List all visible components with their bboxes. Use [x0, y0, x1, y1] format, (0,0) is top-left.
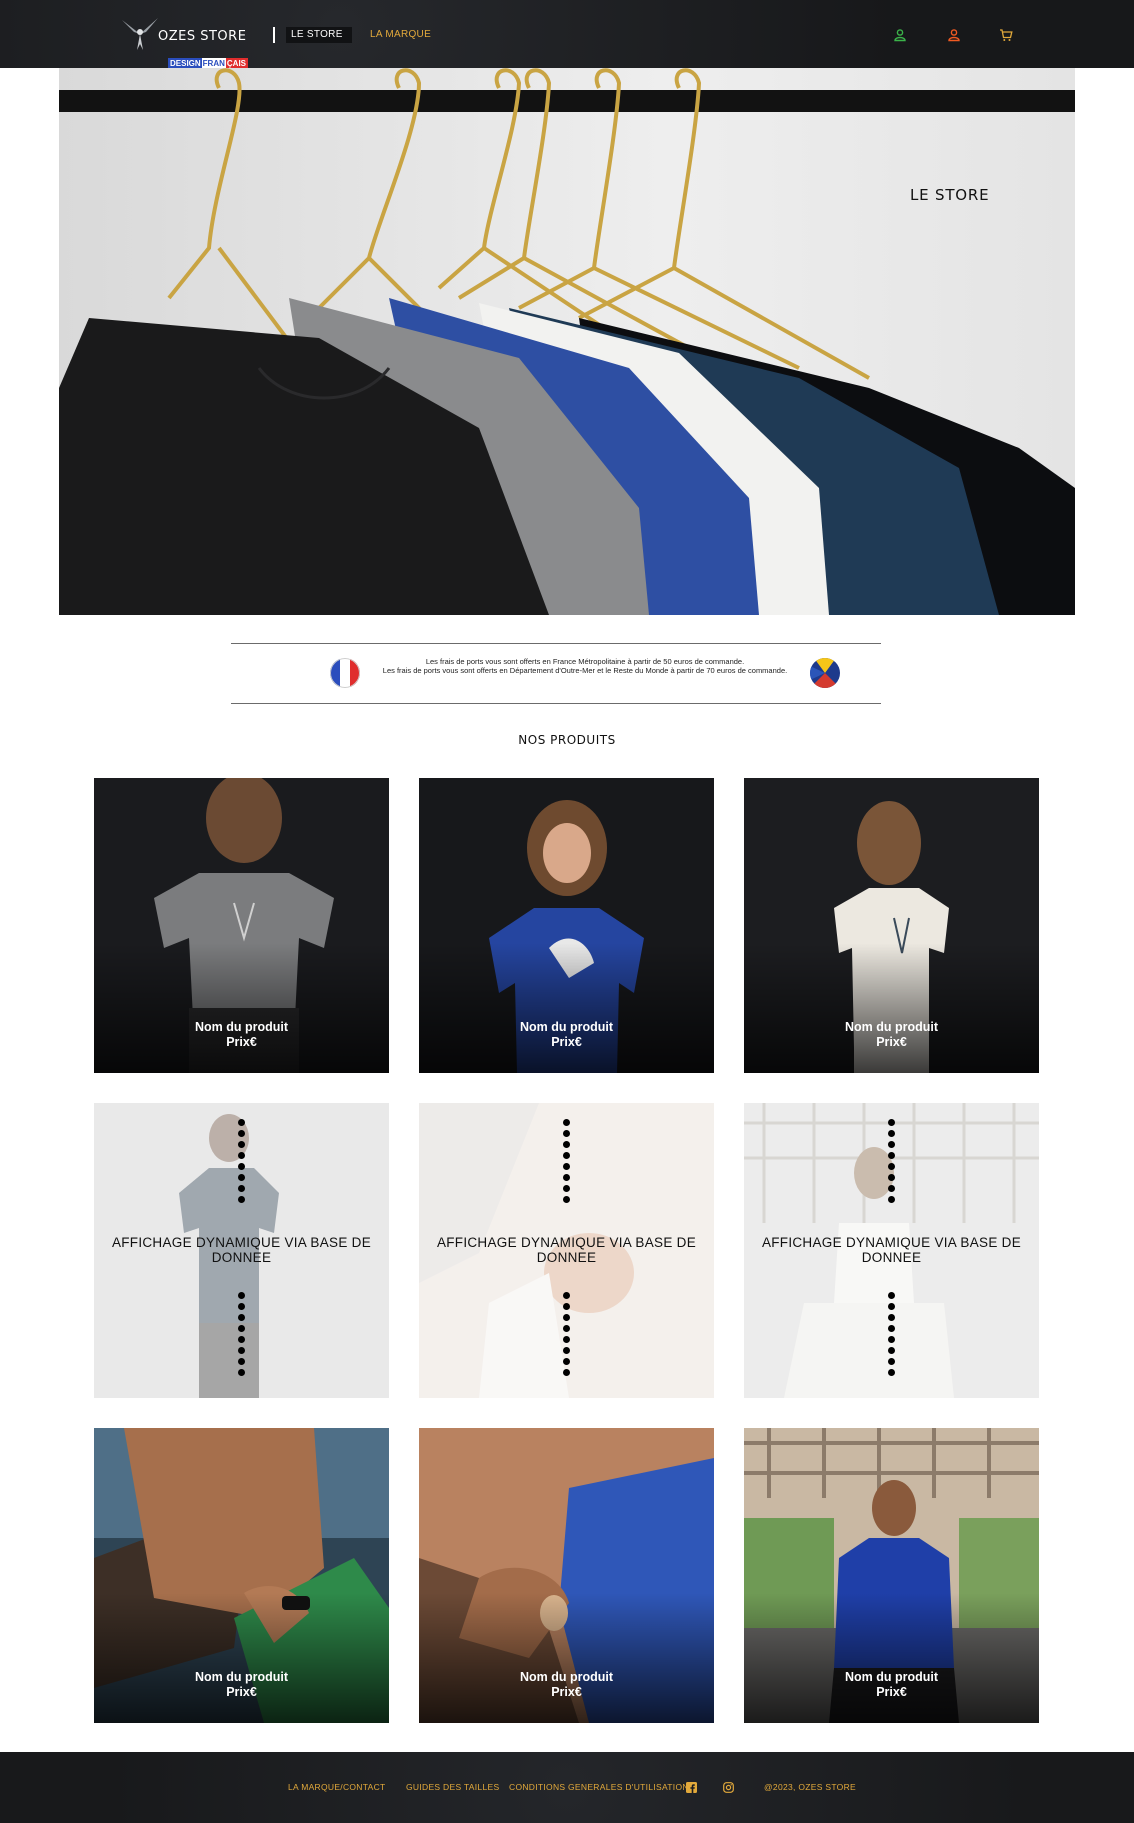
footer-link-terms[interactable]: CONDITIONS GENERALES D'UTILISATION	[509, 1782, 689, 1792]
shipping-divider-bottom	[231, 703, 881, 704]
bird-logo-icon	[122, 18, 158, 50]
dynamic-display-label: AFFICHAGE DYNAMIQUE VIA BASE DE DONNEE	[436, 1235, 697, 1265]
dynamic-product-card[interactable]: AFFICHAGE DYNAMIQUE VIA BASE DE DONNEE	[744, 1103, 1039, 1398]
instagram-icon[interactable]	[723, 1782, 734, 1793]
product-name: Nom du produit	[194, 1670, 289, 1684]
product-card[interactable]: Nom du produit Prix€	[94, 1428, 389, 1723]
nav-le-store[interactable]: LE STORE	[286, 27, 352, 43]
brand-name: OZES STORE	[158, 29, 247, 44]
nav-divider	[273, 27, 275, 43]
products-section-title: NOS PRODUITS	[518, 733, 616, 747]
product-name: Nom du produit	[844, 1020, 939, 1034]
product-name: Nom du produit	[519, 1020, 614, 1034]
hero-title: LE STORE	[910, 186, 990, 204]
product-price: Prix€	[876, 1685, 907, 1699]
hero-banner: LE STORE	[59, 68, 1075, 615]
product-card[interactable]: Nom du produit Prix€	[419, 778, 714, 1073]
dynamic-display-label: AFFICHAGE DYNAMIQUE VIA BASE DE DONNEE	[111, 1235, 372, 1265]
site-header: OZES STORE DESIGN FRAN ÇAIS LE STORE LA …	[0, 0, 1134, 69]
dots-decoration-top	[238, 1119, 245, 1207]
france-flag-icon	[330, 658, 360, 688]
product-card[interactable]: Nom du produit Prix€	[744, 1428, 1039, 1723]
footer-link-size-guide[interactable]: GUIDES DES TAILLES	[406, 1782, 499, 1792]
hero-tshirts-photo	[59, 68, 1075, 615]
product-price: Prix€	[551, 1035, 582, 1049]
product-card[interactable]: Nom du produit Prix€	[744, 778, 1039, 1073]
shipping-world-text: Les frais de ports vous sont offerts en …	[382, 665, 788, 675]
product-name: Nom du produit	[844, 1670, 939, 1684]
reunion-flag-icon	[810, 658, 840, 688]
nav-la-marque[interactable]: LA MARQUE	[370, 27, 431, 43]
cart-icon[interactable]	[999, 28, 1013, 42]
dynamic-display-label: AFFICHAGE DYNAMIQUE VIA BASE DE DONNEE	[761, 1235, 1022, 1265]
dots-decoration-bottom	[563, 1292, 570, 1380]
user-orange-icon[interactable]	[947, 28, 961, 42]
dynamic-product-card[interactable]: AFFICHAGE DYNAMIQUE VIA BASE DE DONNEE	[94, 1103, 389, 1398]
product-price: Prix€	[226, 1685, 257, 1699]
user-green-icon[interactable]	[893, 28, 907, 42]
shipping-info: Les frais de ports vous sont offerts en …	[370, 657, 800, 675]
dynamic-product-card[interactable]: AFFICHAGE DYNAMIQUE VIA BASE DE DONNEE	[419, 1103, 714, 1398]
product-price: Prix€	[876, 1035, 907, 1049]
shipping-divider-top	[231, 643, 881, 644]
site-footer: LA MARQUE/CONTACT GUIDES DES TAILLES CON…	[0, 1752, 1134, 1823]
product-price: Prix€	[226, 1035, 257, 1049]
product-name: Nom du produit	[194, 1020, 289, 1034]
dots-decoration-top	[563, 1119, 570, 1207]
product-card[interactable]: Nom du produit Prix€	[94, 778, 389, 1073]
dots-decoration-top	[888, 1119, 895, 1207]
dots-decoration-bottom	[238, 1292, 245, 1380]
brand-logo[interactable]: OZES STORE DESIGN FRAN ÇAIS	[118, 12, 258, 69]
product-name: Nom du produit	[519, 1670, 614, 1684]
footer-link-contact[interactable]: LA MARQUE/CONTACT	[288, 1782, 386, 1792]
product-price: Prix€	[551, 1685, 582, 1699]
dots-decoration-bottom	[888, 1292, 895, 1380]
footer-copyright: @2023, OZES STORE	[764, 1782, 856, 1792]
product-card[interactable]: Nom du produit Prix€	[419, 1428, 714, 1723]
facebook-icon[interactable]	[686, 1782, 697, 1793]
